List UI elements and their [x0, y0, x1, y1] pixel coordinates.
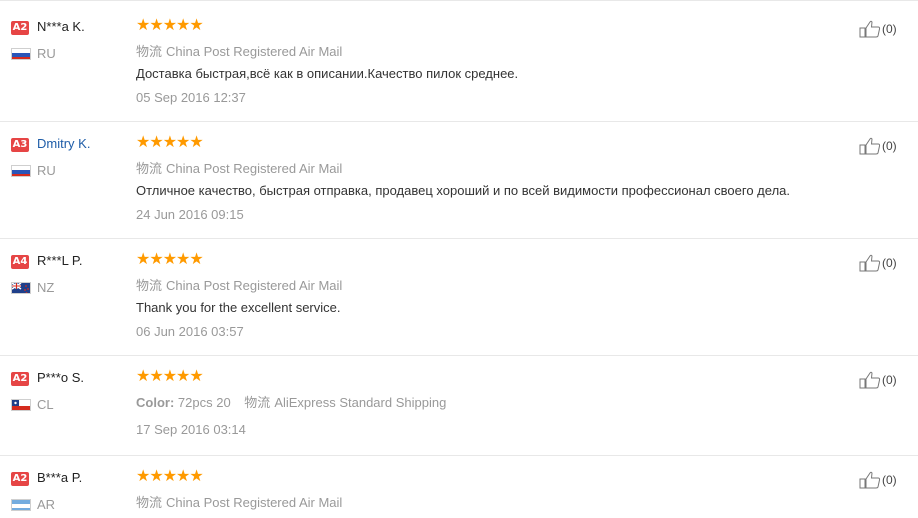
shipping-info: 物流 China Post Registered Air Mail	[136, 41, 342, 60]
helpful-button[interactable]: (0)	[859, 471, 897, 489]
helpful-button[interactable]: (0)	[859, 20, 897, 38]
buyer-level-badge: A3	[11, 138, 29, 152]
review-date: 05 Sep 2016 12:37	[136, 90, 246, 105]
rating-stars-icon: ★★★★★	[136, 368, 204, 385]
thumbs-up-icon	[859, 471, 881, 489]
review-date: 06 Jun 2016 03:57	[136, 324, 244, 339]
buyer-level-badge: A2	[11, 472, 29, 486]
buyer-level-badge: A4	[11, 255, 29, 269]
shipping-info: 物流 China Post Registered Air Mail	[136, 158, 342, 177]
rating-stars-icon: ★★★★★	[136, 468, 204, 485]
helpful-count: (0)	[882, 256, 897, 270]
review-item: A2 B***a P. AR ★★★★★ 物流 China Post Regist…	[0, 455, 918, 518]
thumbs-up-icon	[859, 20, 881, 38]
review-text: Отличное качество, быстрая отправка, про…	[136, 183, 790, 198]
shipping-method: China Post Registered Air Mail	[166, 44, 343, 59]
thumbs-up-icon	[859, 371, 881, 389]
shipping-method: China Post Registered Air Mail	[166, 495, 343, 510]
shipping-method: AliExpress Standard Shipping	[274, 395, 447, 410]
review-text: Доставка быстрая,всё как в описании.Каче…	[136, 66, 519, 81]
flag-ru-icon	[11, 165, 31, 177]
buyer-name: P***o S.	[37, 370, 84, 385]
buyer-country: AR	[37, 497, 56, 512]
shipping-info: 物流 China Post Registered Air Mail	[136, 275, 342, 294]
buyer-name: N***a K.	[37, 19, 85, 34]
shipping-icon: 物流	[136, 44, 163, 59]
shipping-method: China Post Registered Air Mail	[166, 278, 343, 293]
thumbs-up-icon	[859, 137, 881, 155]
helpful-count: (0)	[882, 22, 897, 36]
buyer-name-link[interactable]: Dmitry K.	[37, 136, 90, 151]
shipping-icon: 物流	[136, 495, 163, 510]
buyer-country: RU	[37, 163, 56, 178]
shipping-method: China Post Registered Air Mail	[166, 161, 343, 176]
flag-nz-icon	[11, 282, 31, 294]
color-label: Color:	[136, 395, 175, 410]
rating-stars-icon: ★★★★★	[136, 134, 204, 151]
review-item: A2 N***a K. RU ★★★★★ 物流 China Post Regist…	[0, 0, 918, 122]
buyer-country: NZ	[37, 280, 55, 295]
buyer-level-badge: A2	[11, 21, 29, 35]
review-date: 17 Sep 2016 03:14	[136, 422, 246, 437]
helpful-button[interactable]: (0)	[859, 254, 897, 272]
buyer-country: CL	[37, 397, 54, 412]
shipping-icon: 物流	[244, 395, 271, 410]
helpful-button[interactable]: (0)	[859, 137, 897, 155]
rating-stars-icon: ★★★★★	[136, 17, 204, 34]
review-text: Thank you for the excellent service.	[136, 300, 341, 315]
rating-stars-icon: ★★★★★	[136, 251, 204, 268]
flag-ar-icon	[11, 499, 31, 511]
shipping-icon: 物流	[136, 161, 163, 176]
buyer-name: B***a P.	[37, 470, 83, 485]
review-item: A4 R***L P. NZ ★★★★★ 物流 China Post Regist…	[0, 238, 918, 356]
shipping-info: 物流 China Post Registered Air Mail	[136, 492, 342, 511]
buyer-country: RU	[37, 46, 56, 61]
shipping-icon: 物流	[136, 278, 163, 293]
buyer-level-badge: A2	[11, 372, 29, 386]
flag-cl-icon	[11, 399, 31, 411]
color-value: 72pcs 20	[177, 395, 231, 410]
review-item: A2 P***o S. CL ★★★★★ Color: 72pcs 20 物流 A…	[0, 355, 918, 456]
helpful-count: (0)	[882, 139, 897, 153]
order-info: Color: 72pcs 20 物流 AliExpress Standard Sh…	[136, 392, 446, 411]
helpful-count: (0)	[882, 473, 897, 487]
buyer-name: R***L P.	[37, 253, 83, 268]
flag-ru-icon	[11, 48, 31, 60]
review-item: A3 Dmitry K. RU ★★★★★ 物流 China Post Regis…	[0, 121, 918, 239]
helpful-button[interactable]: (0)	[859, 371, 897, 389]
helpful-count: (0)	[882, 373, 897, 387]
thumbs-up-icon	[859, 254, 881, 272]
review-date: 24 Jun 2016 09:15	[136, 207, 244, 222]
